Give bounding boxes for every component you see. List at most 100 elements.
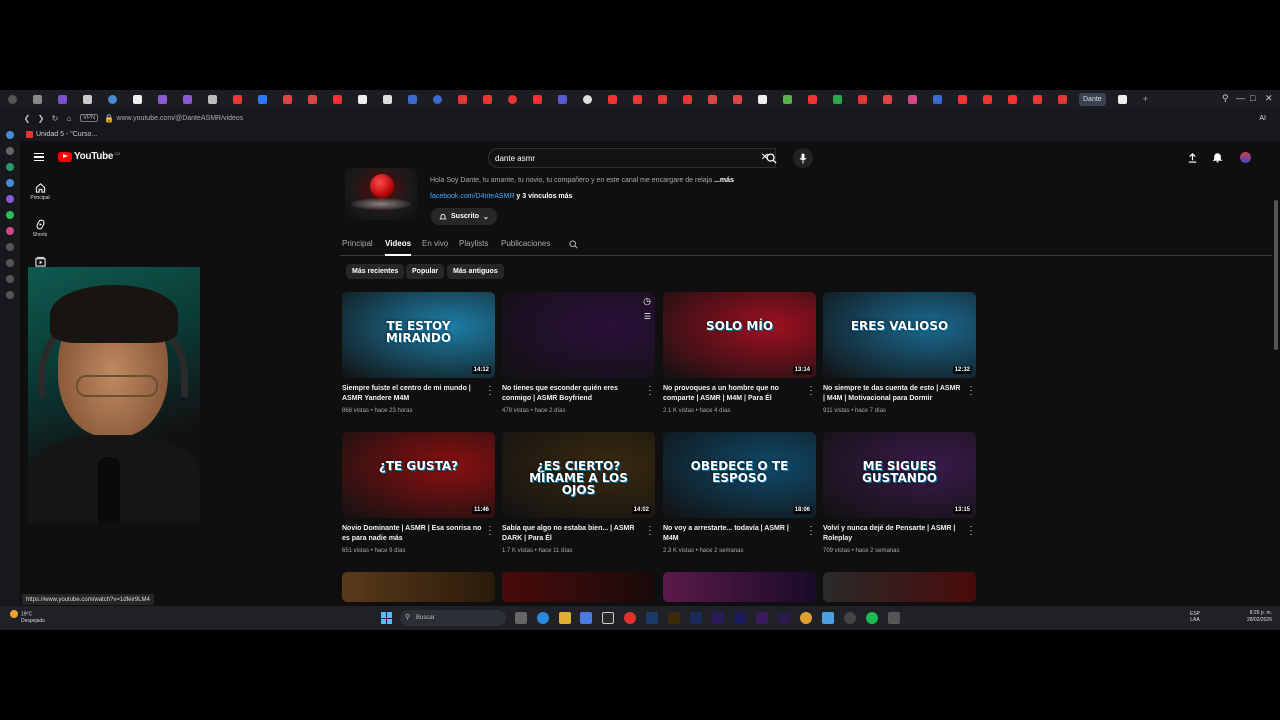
tab-icon[interactable] bbox=[483, 95, 492, 104]
video-card[interactable]: ME SIGUES GUSTANDO 13:15 Volví y nunca dej… bbox=[823, 432, 976, 554]
tab-videos[interactable]: Videos bbox=[385, 239, 412, 256]
tab-icon[interactable] bbox=[283, 95, 292, 104]
subscribed-button[interactable]: Suscrito ⌄ bbox=[431, 208, 497, 225]
maximize-icon[interactable]: □ bbox=[1250, 93, 1255, 103]
tab-icon[interactable] bbox=[683, 95, 692, 104]
video-card[interactable]: ERES VALIOSO 12:32 No siempre te das cuent… bbox=[823, 292, 976, 414]
video-title[interactable]: No voy a arrestarte... todavía | ASMR | … bbox=[663, 524, 803, 544]
tab-icon[interactable] bbox=[158, 95, 167, 104]
audition-icon[interactable] bbox=[734, 612, 746, 624]
sidebar-app-icon[interactable] bbox=[6, 259, 14, 267]
more-options-icon[interactable]: · · · bbox=[968, 522, 974, 539]
more-options-icon[interactable]: · · · bbox=[968, 382, 974, 399]
video-card[interactable]: ¿TE GUSTA? 11:46 Novio Dominante | ASMR | … bbox=[342, 432, 495, 554]
file-explorer-icon[interactable] bbox=[559, 612, 571, 624]
video-thumbnail[interactable]: ERES VALIOSO 12:32 bbox=[823, 292, 976, 378]
tab-icon[interactable] bbox=[858, 95, 867, 104]
sidebar-app-icon[interactable] bbox=[6, 291, 14, 299]
task-view-icon[interactable] bbox=[515, 612, 527, 624]
tab-icon[interactable] bbox=[183, 95, 192, 104]
channel-description[interactable]: Hola Soy Dante, tu amante, tu novio, tu … bbox=[430, 177, 734, 184]
search-button[interactable] bbox=[758, 148, 784, 168]
video-thumbnail[interactable] bbox=[342, 572, 495, 602]
tab-icon[interactable] bbox=[933, 95, 942, 104]
video-thumbnail[interactable] bbox=[823, 572, 976, 602]
opera-icon[interactable] bbox=[624, 612, 636, 624]
tab-icon[interactable] bbox=[1033, 95, 1042, 104]
tab-icon[interactable] bbox=[783, 95, 792, 104]
search-tabs-icon[interactable]: ⚲ bbox=[1222, 93, 1229, 104]
illustrator-icon[interactable] bbox=[668, 612, 680, 624]
photoshop-icon[interactable] bbox=[646, 612, 658, 624]
sidebar-app-icon[interactable] bbox=[6, 131, 14, 139]
rail-home[interactable]: Principal bbox=[22, 182, 58, 201]
tab-icon[interactable] bbox=[508, 95, 517, 104]
video-thumbnail[interactable] bbox=[663, 572, 816, 602]
sidebar-app-icon[interactable] bbox=[6, 243, 14, 251]
more-options-icon[interactable]: · · · bbox=[647, 522, 653, 539]
tab-principal[interactable]: Principal bbox=[342, 239, 373, 248]
scrollbar[interactable] bbox=[1274, 200, 1278, 350]
tab-icon[interactable] bbox=[658, 95, 667, 104]
sidebar-app-icon[interactable] bbox=[6, 275, 14, 283]
video-thumbnail[interactable]: ¿TE GUSTA? 11:46 bbox=[342, 432, 495, 518]
video-title[interactable]: Novio Dominante | ASMR | Esa sonrisa no … bbox=[342, 524, 482, 544]
voice-search-button[interactable] bbox=[793, 148, 813, 168]
tab-icon[interactable] bbox=[1058, 95, 1067, 104]
video-thumbnail[interactable] bbox=[502, 572, 655, 602]
sidebar-app-icon[interactable] bbox=[6, 195, 14, 203]
tab-icon[interactable] bbox=[1008, 95, 1017, 104]
more-links[interactable]: y 3 vínculos más bbox=[516, 193, 572, 200]
tab-icon[interactable] bbox=[458, 95, 467, 104]
back-icon[interactable]: ❮ bbox=[20, 114, 34, 123]
tab-icon[interactable] bbox=[83, 95, 92, 104]
edge-icon[interactable] bbox=[537, 612, 549, 624]
chip-popular[interactable]: Popular bbox=[406, 264, 445, 279]
tab-playlists[interactable]: Playlists bbox=[459, 239, 488, 248]
tab-icon[interactable] bbox=[233, 95, 242, 104]
video-title[interactable]: Sabía que algo no estaba bien... | ASMR … bbox=[502, 524, 642, 544]
tab-icon[interactable] bbox=[208, 95, 217, 104]
video-thumbnail[interactable]: SOLO MÍO 13:14 bbox=[663, 292, 816, 378]
tab-icon[interactable] bbox=[433, 95, 442, 104]
clock[interactable]: 8:26 p. m. 28/02/2026 bbox=[1247, 610, 1272, 624]
tab-publicaciones[interactable]: Publicaciones bbox=[501, 239, 550, 248]
sidebar-app-icon[interactable] bbox=[6, 179, 14, 187]
tab-icon[interactable] bbox=[333, 95, 342, 104]
url-text[interactable]: www.youtube.com/@DanteASMR/videos bbox=[116, 115, 243, 122]
ai-button[interactable]: AI bbox=[1259, 115, 1266, 122]
more-link[interactable]: ...más bbox=[714, 177, 734, 184]
more-options-icon[interactable]: · · · bbox=[808, 522, 814, 539]
new-tab-icon[interactable]: + bbox=[1143, 95, 1152, 104]
taskbar-search[interactable]: ⚲ Buscar bbox=[400, 610, 506, 626]
tab-icon[interactable] bbox=[908, 95, 917, 104]
tab-icon[interactable] bbox=[883, 95, 892, 104]
spotify-icon[interactable] bbox=[866, 612, 878, 624]
tab-icon[interactable] bbox=[558, 95, 567, 104]
video-thumbnail[interactable]: ME SIGUES GUSTANDO 13:15 bbox=[823, 432, 976, 518]
menu-icon[interactable] bbox=[34, 153, 44, 161]
tab-icon[interactable] bbox=[733, 95, 742, 104]
rail-shorts[interactable]: Shorts bbox=[22, 219, 58, 238]
channel-search-icon[interactable] bbox=[569, 240, 578, 249]
video-card[interactable]: ◷ ☰ No tienes que esconder quién eres conm… bbox=[502, 292, 655, 414]
minimize-icon[interactable]: — bbox=[1236, 93, 1245, 103]
more-options-icon[interactable]: · · · bbox=[487, 382, 493, 399]
tab-icon[interactable] bbox=[833, 95, 842, 104]
start-button[interactable] bbox=[381, 612, 393, 624]
sidebar-app-icon[interactable] bbox=[6, 163, 14, 171]
notifications-button[interactable] bbox=[1210, 150, 1224, 164]
tab-icon[interactable] bbox=[408, 95, 417, 104]
whatsapp-icon[interactable] bbox=[6, 211, 14, 219]
app-icon[interactable] bbox=[822, 612, 834, 624]
tab-icon[interactable] bbox=[758, 95, 767, 104]
forward-icon[interactable]: ❯ bbox=[34, 114, 48, 123]
store-icon[interactable] bbox=[580, 612, 592, 624]
app-icon[interactable] bbox=[888, 612, 900, 624]
after-effects-icon[interactable] bbox=[712, 612, 724, 624]
close-window-icon[interactable]: ✕ bbox=[1265, 93, 1273, 104]
video-card[interactable]: ¿ES CIERTO? MÍRAME A LOS OJOS 14:02 Sabía … bbox=[502, 432, 655, 554]
chip-oldest[interactable]: Más antiguos bbox=[447, 264, 504, 279]
tab-active[interactable]: Dante bbox=[1079, 93, 1106, 106]
tab-icon[interactable] bbox=[983, 95, 992, 104]
